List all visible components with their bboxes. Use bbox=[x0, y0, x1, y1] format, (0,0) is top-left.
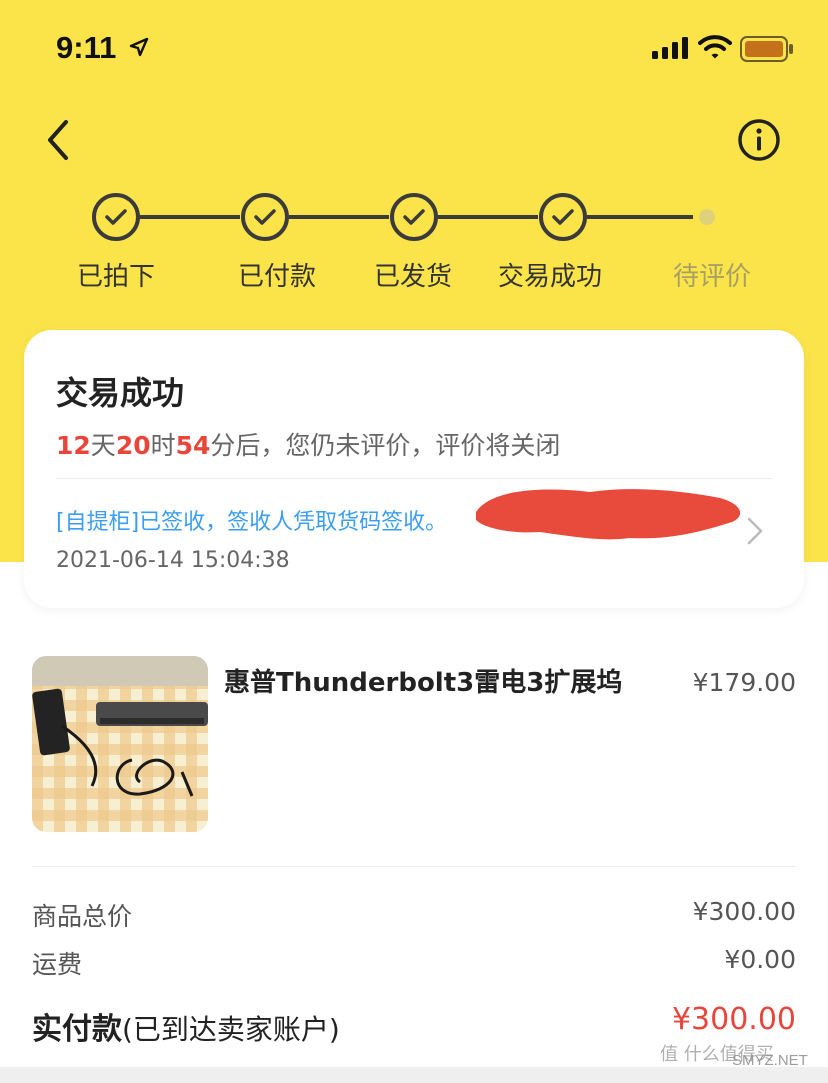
countdown-suffix: 分后，您仍未评价，评价将关闭 bbox=[210, 431, 561, 460]
product-price: ¥179.00 bbox=[692, 668, 796, 697]
back-button[interactable] bbox=[40, 116, 80, 164]
checkmark-icon bbox=[552, 209, 574, 225]
status-time: 9:11 bbox=[56, 30, 117, 65]
step-label: 已发货 bbox=[373, 262, 452, 292]
logistics-timestamp: 2021-06-14 15:04:38 bbox=[56, 548, 290, 573]
info-button[interactable] bbox=[736, 117, 782, 163]
location-arrow-icon bbox=[128, 36, 150, 62]
paid-amount-label: 实付款(已到达卖家账户) bbox=[32, 1004, 340, 1048]
countdown-minutes: 54 bbox=[175, 431, 211, 460]
step-label: 待评价 bbox=[672, 262, 751, 292]
goods-total-value: ¥300.00 bbox=[692, 897, 796, 926]
progress-line bbox=[587, 215, 693, 219]
paid-amount-value: ¥300.00 bbox=[671, 1002, 796, 1037]
countdown-hours-unit: 时 bbox=[150, 431, 176, 460]
chevron-left-icon bbox=[48, 120, 68, 160]
checkmark-icon bbox=[105, 209, 127, 225]
product-thumbnail bbox=[32, 656, 208, 832]
chevron-right-icon[interactable] bbox=[746, 516, 764, 550]
goods-total-label: 商品总价 bbox=[32, 902, 133, 931]
battery-icon bbox=[740, 36, 794, 66]
countdown-days-unit: 天 bbox=[90, 431, 116, 460]
progress-line bbox=[289, 215, 389, 219]
info-circle-icon bbox=[738, 119, 780, 161]
order-status-card: 交易成功 12天20时54分后，您仍未评价，评价将关闭 [自提柜]已签收，签收人… bbox=[24, 330, 804, 608]
shipping-value: ¥0.00 bbox=[724, 945, 796, 974]
step-pending-dot bbox=[699, 209, 715, 225]
redaction-scribble bbox=[476, 489, 741, 540]
step-done-circle bbox=[539, 193, 587, 241]
countdown-hours: 20 bbox=[115, 431, 151, 460]
step-label: 已拍下 bbox=[76, 262, 155, 292]
checkmark-icon bbox=[403, 209, 425, 225]
product-item[interactable]: 惠普Thunderbolt3雷电3扩展坞 ¥179.00 bbox=[32, 656, 796, 834]
wifi-icon bbox=[698, 34, 732, 64]
order-status-title: 交易成功 bbox=[56, 374, 185, 412]
progress-line bbox=[140, 215, 240, 219]
divider bbox=[32, 866, 796, 867]
step-done-circle bbox=[390, 193, 438, 241]
divider bbox=[56, 478, 772, 479]
checkmark-icon bbox=[254, 209, 276, 225]
step-done-circle bbox=[241, 193, 289, 241]
paid-label-bold: 实付款 bbox=[32, 1012, 122, 1047]
progress-line bbox=[438, 215, 538, 219]
bottom-strip bbox=[0, 1067, 828, 1083]
step-label: 交易成功 bbox=[497, 262, 602, 292]
countdown-days: 12 bbox=[56, 431, 91, 460]
step-done-circle bbox=[92, 193, 140, 241]
review-countdown: 12天20时54分后，您仍未评价，评价将关闭 bbox=[56, 426, 560, 462]
paid-label-note: (已到达卖家账户) bbox=[122, 1013, 340, 1046]
watermark-sub: SMYZ.NET bbox=[732, 1052, 808, 1069]
product-name: 惠普Thunderbolt3雷电3扩展坞 bbox=[224, 668, 623, 698]
shipping-label: 运费 bbox=[32, 950, 83, 979]
cellular-signal-icon bbox=[652, 37, 690, 63]
